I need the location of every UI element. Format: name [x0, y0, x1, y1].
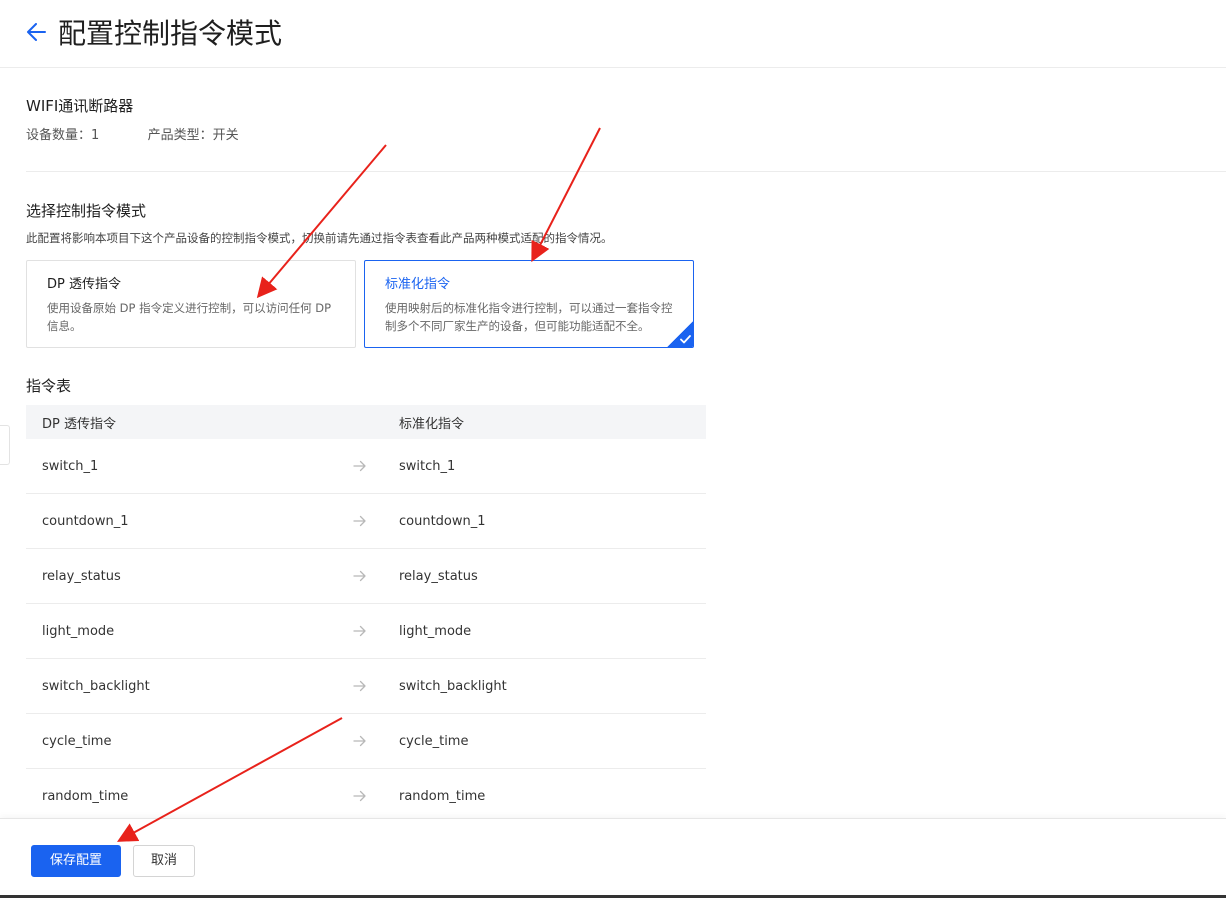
dp-command-cell: cycle_time [42, 733, 112, 749]
dp-command-cell: switch_1 [42, 458, 99, 474]
dp-command-cell: light_mode [42, 623, 115, 639]
mode-section-title: 选择控制指令模式 [26, 202, 147, 220]
page-header: 配置控制指令模式 [0, 0, 1226, 68]
mode-option-title: DP 透传指令 [47, 277, 121, 292]
mode-option-title: 标准化指令 [385, 277, 451, 292]
table-row: countdown_1 countdown_1 [26, 494, 706, 549]
arrow-right-icon [336, 460, 383, 472]
arrow-right-icon [336, 625, 383, 637]
standard-command-cell: switch_1 [399, 458, 456, 474]
page-title: 配置控制指令模式 [58, 17, 283, 50]
column-header-dp: DP 透传指令 [42, 416, 116, 432]
mode-option-description: 使用映射后的标准化指令进行控制，可以通过一套指令控制多个不同厂家生产的设备，但可… [385, 301, 673, 333]
section-divider [26, 171, 1226, 172]
command-table: DP 透传指令 标准化指令 switch_1 switch_1 countdown_… [26, 405, 706, 824]
standard-command-cell: countdown_1 [399, 513, 486, 529]
mode-section-description: 此配置将影响本项目下这个产品设备的控制指令模式，切换前请先通过指令表查看此产品两… [26, 231, 613, 245]
arrow-right-icon [336, 735, 383, 747]
table-row: light_mode light_mode [26, 604, 706, 659]
back-button[interactable] [24, 20, 48, 44]
standard-command-cell: light_mode [399, 623, 472, 639]
cancel-button[interactable]: 取消 [133, 845, 195, 877]
footer-bar: 保存配置 取消 [0, 818, 1226, 898]
device-count-label: 设备数量： [26, 128, 92, 143]
save-config-button[interactable]: 保存配置 [31, 845, 121, 877]
dp-command-cell: random_time [42, 788, 129, 804]
table-row: relay_status relay_status [26, 549, 706, 604]
standard-command-cell: switch_backlight [399, 678, 507, 694]
command-table-header: DP 透传指令 标准化指令 [26, 405, 706, 439]
dp-command-cell: relay_status [42, 568, 121, 584]
product-type-label: 产品类型： [147, 128, 213, 143]
device-count-value: 1 [91, 128, 100, 143]
page: 配置控制指令模式 WIFI通讯断路器 设备数量：1 产品类型：开关 选择控制指令… [0, 0, 1226, 898]
product-name: WIFI通讯断路器 [26, 97, 134, 115]
arrow-right-icon [336, 515, 383, 527]
product-type-value: 开关 [212, 128, 239, 143]
standard-command-cell: relay_status [399, 568, 478, 584]
arrow-left-icon [27, 23, 46, 41]
dp-command-cell: switch_backlight [42, 678, 150, 694]
standard-command-cell: cycle_time [399, 733, 469, 749]
arrow-right-icon [336, 570, 383, 582]
product-meta: 设备数量：1 产品类型：开关 [26, 126, 239, 146]
standard-command-cell: random_time [399, 788, 486, 804]
table-row: cycle_time cycle_time [26, 714, 706, 769]
table-row: switch_1 switch_1 [26, 439, 706, 494]
arrow-right-icon [336, 680, 383, 692]
table-row: random_time random_time [26, 769, 706, 824]
column-header-standard: 标准化指令 [399, 416, 465, 432]
mode-option-description: 使用设备原始 DP 指令定义进行控制，可以访问任何 DP 信息。 [47, 301, 332, 333]
side-collapse-handle[interactable] [0, 425, 10, 465]
command-table-title: 指令表 [26, 377, 72, 395]
arrow-right-icon [336, 790, 383, 802]
mode-option-dp[interactable]: DP 透传指令 使用设备原始 DP 指令定义进行控制，可以访问任何 DP 信息。 [26, 260, 356, 348]
selected-check-icon [667, 321, 693, 347]
table-row: switch_backlight switch_backlight [26, 659, 706, 714]
dp-command-cell: countdown_1 [42, 513, 129, 529]
mode-option-standard[interactable]: 标准化指令 使用映射后的标准化指令进行控制，可以通过一套指令控制多个不同厂家生产… [364, 260, 694, 348]
